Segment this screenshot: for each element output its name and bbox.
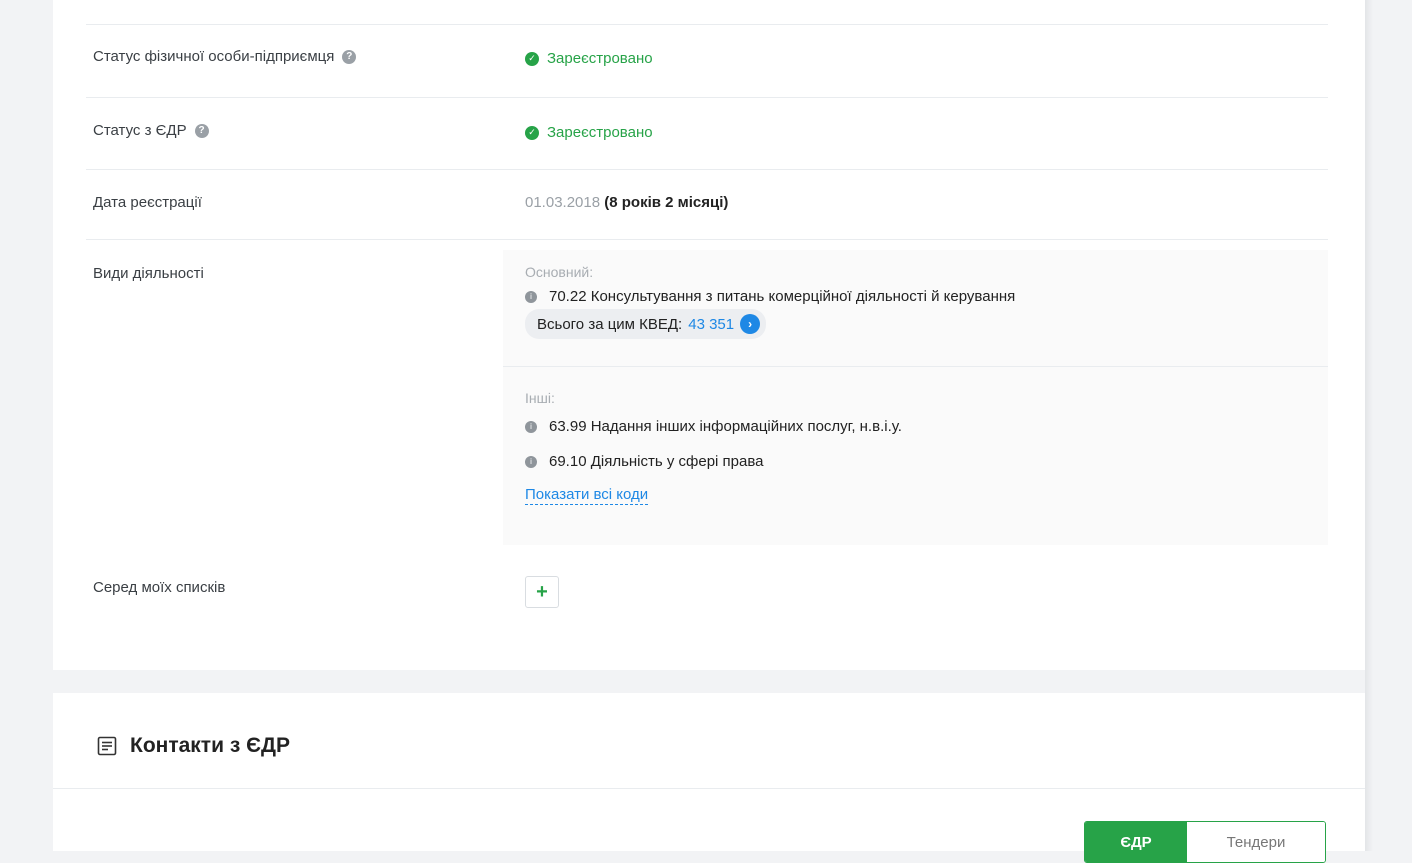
edr-status-value: ✓ Зареєстровано bbox=[525, 124, 653, 141]
info-dot-icon[interactable]: i bbox=[525, 455, 537, 468]
show-all-codes-link[interactable]: Показати всі коди bbox=[525, 486, 649, 505]
source-tabs: ЄДР Тендери bbox=[1084, 821, 1326, 863]
kved-block: Основний: i 70.22 Консультування з питан… bbox=[503, 250, 1328, 545]
contacts-title-wrap: Контакти з ЄДР bbox=[96, 734, 290, 758]
tab-edr[interactable]: ЄДР bbox=[1085, 822, 1187, 862]
kved-total-pill: Всього за цим КВЕД: 43 351 › bbox=[525, 309, 767, 339]
check-circle-icon: ✓ bbox=[525, 51, 539, 66]
kved-other-text: 69.10 Діяльність у сфері права bbox=[549, 453, 764, 470]
edr-status-label: Статус з ЄДР bbox=[93, 122, 187, 139]
kved-primary: Основний: i 70.22 Консультування з питан… bbox=[525, 264, 1015, 339]
registration-date: 01.03.2018 bbox=[525, 194, 601, 211]
fop-status-value: ✓ Зареєстровано bbox=[525, 50, 653, 67]
document-list-icon bbox=[97, 736, 117, 756]
kved-other-text: 63.99 Надання інших інформаційних послуг… bbox=[549, 418, 902, 435]
kved-primary-heading: Основний: bbox=[525, 264, 594, 280]
activities-label: Види діяльності bbox=[93, 265, 204, 282]
edr-status-text: Зареєстровано bbox=[547, 124, 653, 141]
info-dot-icon[interactable]: i bbox=[525, 290, 537, 303]
contacts-title: Контакти з ЄДР bbox=[130, 734, 291, 757]
fop-status-label: Статус фізичної особи-підприємця bbox=[93, 48, 335, 65]
add-to-list-button[interactable]: + bbox=[525, 576, 559, 608]
kved-divider bbox=[503, 366, 1328, 367]
check-circle-icon: ✓ bbox=[525, 125, 539, 140]
kved-total-label: Всього за цим КВЕД: bbox=[537, 315, 683, 333]
add-to-list-wrap: + bbox=[525, 576, 559, 608]
contacts-section: Контакти з ЄДР ЄДР Тендери bbox=[53, 693, 1365, 863]
question-icon[interactable]: ? bbox=[194, 123, 209, 138]
show-all-wrap: Показати всі коди bbox=[525, 486, 902, 505]
row-registration-date: Дата реєстрації 01.03.2018 (8 років 2 мі… bbox=[86, 170, 1328, 240]
chevron-right-icon[interactable]: › bbox=[740, 314, 761, 334]
kved-primary-item: i 70.22 Консультування з питань комерцій… bbox=[525, 288, 1015, 305]
kved-others-heading: Інші: bbox=[525, 390, 555, 406]
kved-total-link[interactable]: 43 351 bbox=[688, 316, 734, 333]
registration-date-value: 01.03.2018 (8 років 2 місяці) bbox=[525, 194, 728, 211]
registration-duration: (8 років 2 місяці) bbox=[604, 194, 729, 211]
kved-others: Інші: i 63.99 Надання інших інформаційни… bbox=[525, 390, 902, 505]
row-fop-status: Статус фізичної особи-підприємця ? ✓ Зар… bbox=[86, 25, 1328, 98]
company-details-panel: Статус фізичної особи-підприємця ? ✓ Зар… bbox=[53, 0, 1365, 670]
cut-off-row bbox=[86, 0, 1328, 25]
row-edr-status: Статус з ЄДР ? ✓ Зареєстровано bbox=[86, 98, 1328, 170]
panel-edge-shadow bbox=[1365, 0, 1373, 851]
tab-tenders[interactable]: Тендери bbox=[1187, 822, 1325, 862]
question-icon[interactable]: ? bbox=[342, 49, 357, 64]
edr-status-label-wrap: Статус з ЄДР ? bbox=[93, 122, 209, 139]
contacts-header: Контакти з ЄДР bbox=[53, 693, 1365, 789]
lists-label: Серед моїх списків bbox=[93, 579, 226, 596]
fop-status-label-wrap: Статус фізичної особи-підприємця ? bbox=[93, 48, 357, 65]
registration-date-label: Дата реєстрації bbox=[93, 194, 202, 211]
kved-primary-text: 70.22 Консультування з питань комерційно… bbox=[549, 288, 1016, 305]
kved-other-item: i 63.99 Надання інших інформаційних посл… bbox=[525, 418, 902, 435]
kved-other-item: i 69.10 Діяльність у сфері права bbox=[525, 453, 902, 470]
fop-status-text: Зареєстровано bbox=[547, 50, 653, 67]
info-dot-icon[interactable]: i bbox=[525, 420, 537, 433]
